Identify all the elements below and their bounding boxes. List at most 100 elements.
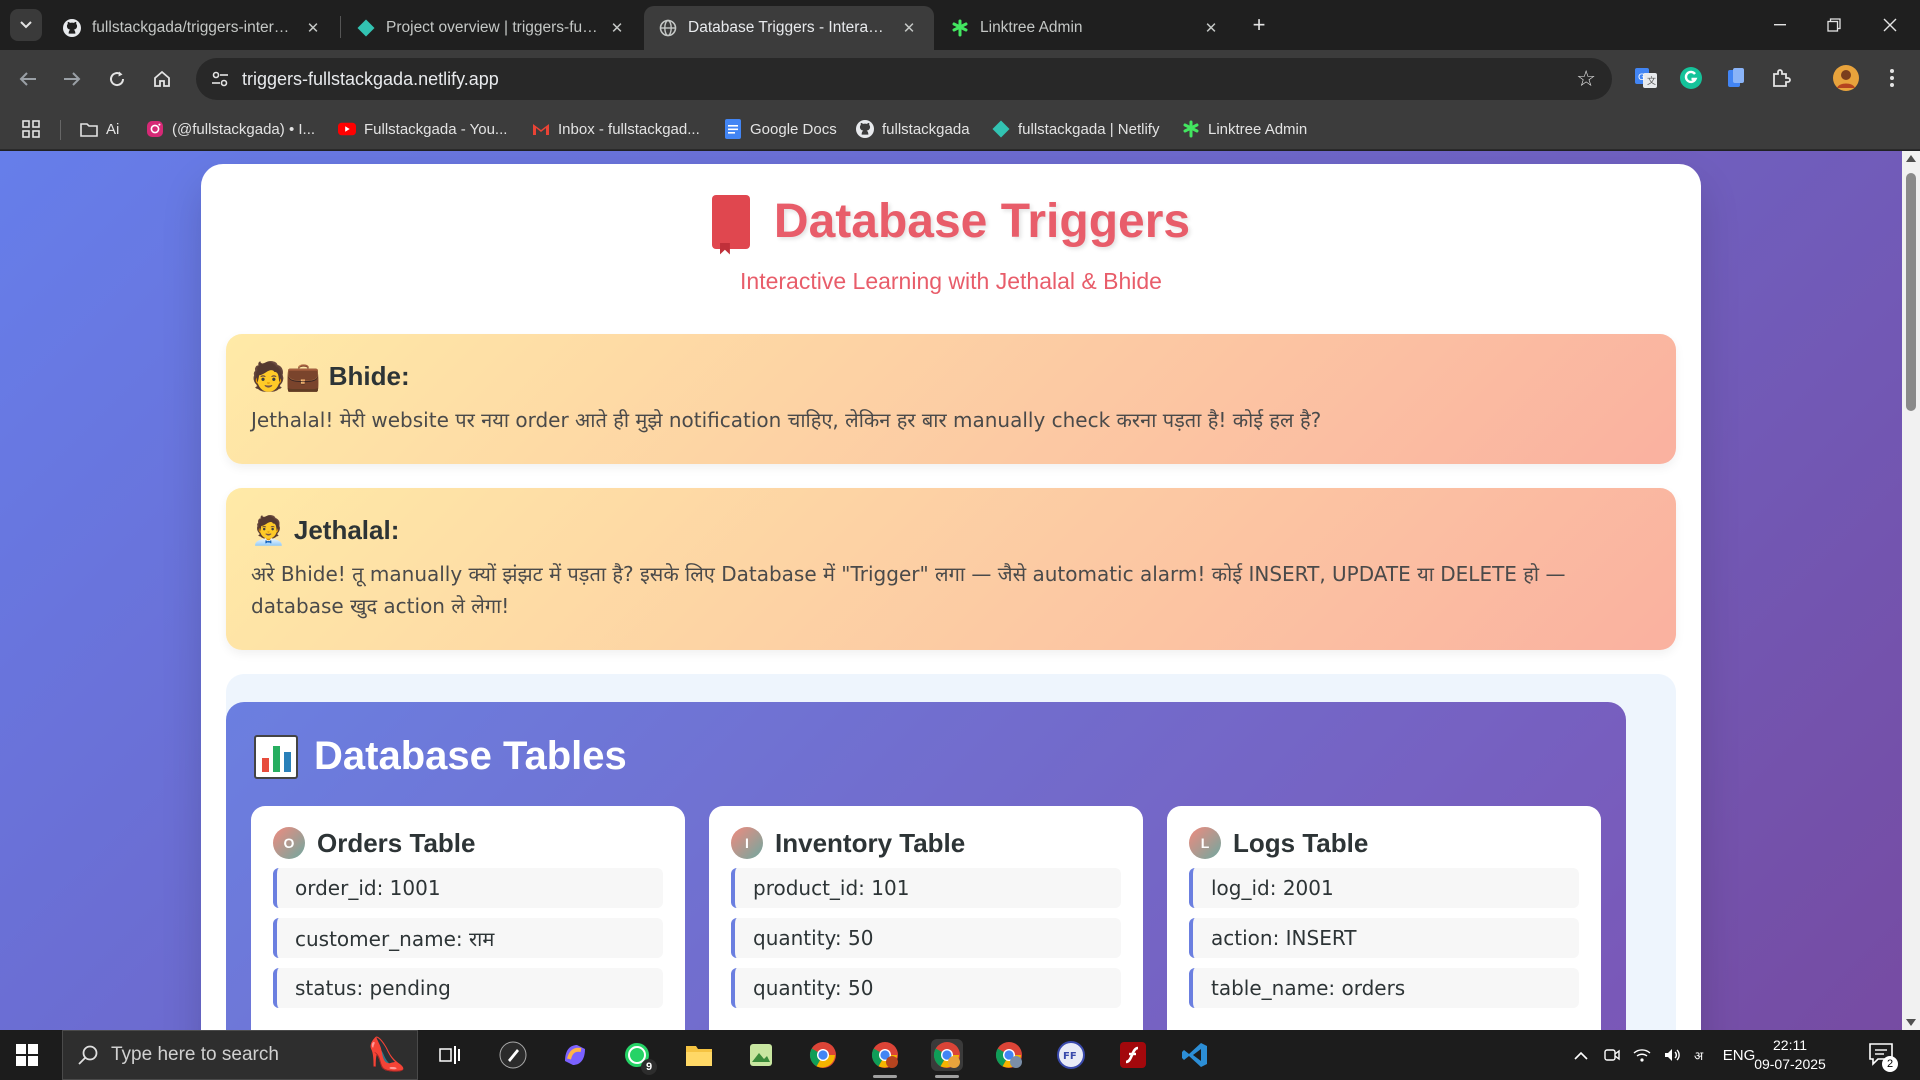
vscode-icon[interactable] [1179,1039,1211,1071]
svg-text:FF: FF [1063,1051,1077,1062]
chevron-up-icon [1574,1051,1588,1060]
close-icon [1883,18,1897,32]
home-button[interactable] [146,63,178,95]
notification-center-button[interactable]: 2 [1868,1042,1898,1072]
database-tables-panel: Database Tables O Orders Table order_id:… [226,702,1626,1030]
ffdec-icon[interactable]: FF [1055,1039,1087,1071]
tables-heading: Database Tables [254,734,627,779]
plus-icon: + [1252,12,1266,37]
table-name: Logs Table [1233,827,1369,858]
bar-chart-icon [254,734,298,779]
meet-now-icon[interactable] [1600,1030,1624,1080]
app-icon-pen[interactable] [497,1039,529,1071]
tab-netlify-project[interactable]: Project overview | triggers-fullstackgad… [342,6,642,50]
notification-count-badge: 2 [1882,1056,1898,1072]
bookmark-netlify[interactable]: fullstackgada | Netlify [992,118,1159,140]
close-tab-icon[interactable]: ✕ [302,19,324,37]
restore-button[interactable] [1806,0,1862,50]
url-text[interactable]: triggers-fullstackgada.netlify.app [242,69,499,90]
speaker-name: Bhide: [328,360,410,391]
bookmark-instagram[interactable]: (@fullstackgada) • I... [146,118,315,140]
minimize-icon [1774,24,1786,26]
tables-heading-text: Database Tables [314,734,627,778]
table-name: Inventory Table [775,827,966,858]
close-window-button[interactable] [1862,0,1918,50]
chrome-active-window-icon[interactable] [931,1039,963,1078]
chrome-alt-icon[interactable] [993,1039,1025,1071]
apps-grid-icon [22,120,40,138]
bookmark-label: fullstackgada | Netlify [1018,120,1160,138]
new-tab-button[interactable]: + [1244,10,1274,40]
forward-button[interactable] [56,63,88,95]
taskbar-clock[interactable]: 22:11 09-07-2025 [1750,1036,1830,1074]
bookmark-youtube[interactable]: Fullstackgada - You... [338,118,507,140]
table-row: quantity: 50 [731,968,1121,1008]
clock-time: 22:11 [1773,1037,1807,1053]
tab-linktree[interactable]: Linktree Admin ✕ [936,6,1236,50]
bookmark-label: (@fullstackgada) • I... [172,120,316,138]
windows-taskbar: Type here to search 👠 9 FF अ ENG 22:11 0… [0,1030,1920,1080]
gmail-icon [532,120,550,138]
chevron-down-icon [20,21,32,29]
input-method-icon[interactable]: अ [1690,1030,1714,1080]
chrome-icon[interactable] [807,1039,839,1071]
restore-icon [1827,18,1841,32]
close-tab-icon[interactable]: ✕ [1200,19,1222,37]
apps-grid-button[interactable] [22,118,40,140]
show-hidden-icons-button[interactable] [1570,1030,1592,1080]
task-view-icon[interactable] [434,1039,466,1071]
google-translate-icon[interactable]: G文 [1632,64,1660,92]
extensions-puzzle-icon[interactable] [1767,64,1795,92]
bookmark-google-docs[interactable]: Google Docs [724,118,837,140]
kebab-menu-icon [1890,69,1894,87]
bookmark-label: Ai [106,120,120,138]
scroll-up-arrow-icon[interactable] [1906,155,1916,162]
table-row: log_id: 2001 [1189,868,1579,908]
tab-bar: fullstackgada/triggers-interactive ✕ Pro… [0,0,1920,50]
site-info-icon[interactable] [210,69,230,89]
chrome-profile-icon[interactable] [869,1039,901,1078]
google-keep-icon[interactable] [1722,64,1750,92]
table-row: action: INSERT [1189,918,1579,958]
scroll-down-arrow-icon[interactable] [1906,1019,1916,1026]
tab-github[interactable]: fullstackgada/triggers-interactive ✕ [48,6,338,50]
taskbar-search-box[interactable]: Type here to search 👠 [62,1030,418,1080]
tab-title: Project overview | triggers-fullstackgad… [386,19,598,36]
volume-icon[interactable] [1660,1030,1684,1080]
flash-player-icon[interactable] [1117,1039,1149,1071]
back-button[interactable] [12,63,44,95]
table-badge-icon: O [273,827,305,859]
table-header: O Orders Table [273,827,663,859]
grammarly-icon[interactable] [1677,64,1705,92]
bookmark-star-icon[interactable]: ☆ [1576,66,1596,92]
page-viewport: Database Triggers Interactive Learning w… [0,151,1920,1030]
red-book-icon [711,194,750,249]
close-tab-icon[interactable]: ✕ [898,19,920,37]
bookmark-linktree[interactable]: Linktree Admin [1182,118,1307,140]
close-tab-icon[interactable]: ✕ [606,19,628,37]
whatsapp-icon[interactable]: 9 [621,1039,657,1075]
windows-start-button[interactable] [16,1044,38,1066]
bookmark-ai-folder[interactable]: Ai [80,118,119,140]
github-icon [62,18,82,38]
tab-database-triggers[interactable]: Database Triggers - Interactive Learning… [644,6,934,50]
file-explorer-icon[interactable] [683,1039,715,1071]
reload-button[interactable] [101,63,133,95]
chrome-menu-button[interactable] [1878,64,1906,92]
bookmark-github[interactable]: fullstackgada [856,118,970,140]
copilot-icon[interactable] [559,1039,591,1071]
network-wifi-icon[interactable] [1630,1030,1654,1080]
address-bar[interactable]: triggers-fullstackgada.netlify.app ☆ [196,58,1612,100]
tab-search-button[interactable] [10,9,42,41]
dialog-message: अरे Bhide! तू manually क्यों झंझट में पड… [251,562,1566,618]
minimize-button[interactable] [1752,0,1808,50]
dialog-message: Jethalal! मेरी website पर नया order आते … [251,408,1322,432]
bookmark-gmail[interactable]: Inbox - fullstackgad... [532,118,700,140]
photo-app-icon[interactable] [745,1039,777,1071]
tab-title: fullstackgada/triggers-interactive [92,19,294,36]
svg-text:文: 文 [1647,75,1656,87]
table-badge-icon: L [1189,827,1221,859]
page-scrollbar[interactable] [1902,151,1920,1030]
profile-avatar[interactable] [1832,64,1860,92]
scrollbar-thumb[interactable] [1906,173,1916,411]
